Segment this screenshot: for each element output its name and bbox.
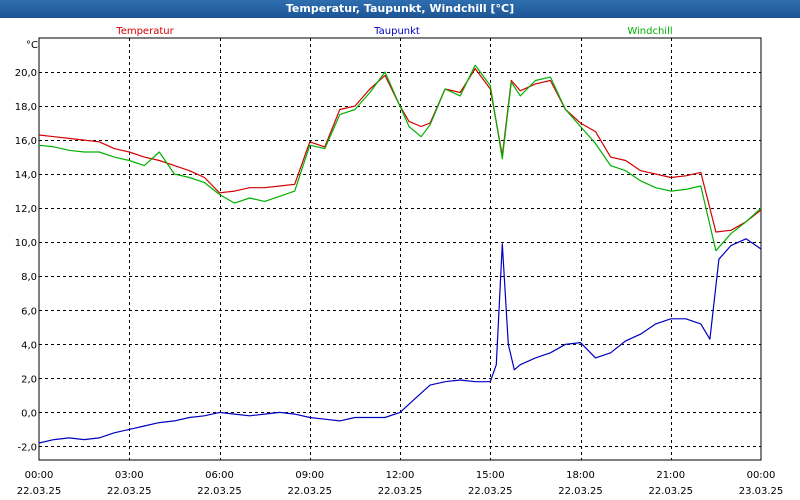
x-tick-date-label: 22.03.25 — [378, 486, 423, 497]
y-tick-label: 4,0 — [21, 340, 37, 351]
x-tick-time-label: 18:00 — [566, 470, 595, 481]
x-tick-time-label: 03:00 — [115, 470, 144, 481]
x-tick-labels: 00:00 22.03.25 03:00 22.03.25 06:00 22.03.25 0… — [17, 470, 784, 497]
legend-entry-temperatur: Temperatur — [115, 26, 174, 37]
legend: Temperatur Taupunkt Windchill — [115, 26, 672, 37]
y-tick-label: 6,0 — [21, 306, 37, 317]
legend-entry-windchill: Windchill — [627, 26, 672, 37]
x-tick-time-label: 09:00 — [295, 470, 324, 481]
y-tick-label: 0,0 — [21, 408, 37, 419]
x-tick-time-label: 21:00 — [656, 470, 685, 481]
y-tick-label: 18,0 — [15, 102, 37, 113]
x-tick-date-label: 22.03.25 — [648, 486, 693, 497]
x-tick-time-label: 00:00 — [747, 470, 776, 481]
x-tick-date-label: 22.03.25 — [558, 486, 603, 497]
y-tick-label: 10,0 — [15, 238, 37, 249]
y-axis-unit: °C — [26, 40, 38, 51]
x-tick-time-label: 00:00 — [25, 470, 54, 481]
y-tick-label: 8,0 — [21, 272, 37, 283]
x-tick-date-label: 22.03.25 — [107, 486, 152, 497]
x-tick-time-label: 06:00 — [205, 470, 234, 481]
x-tick-date-label: 22.03.25 — [197, 486, 242, 497]
x-tick-time-label: 12:00 — [386, 470, 415, 481]
x-tick-date-label: 22.03.25 — [287, 486, 332, 497]
grid-lines — [39, 38, 761, 460]
y-tick-label: 12,0 — [15, 204, 37, 215]
y-tick-label: 2,0 — [21, 374, 37, 385]
x-tick-date-label: 22.03.25 — [17, 486, 62, 497]
x-tick-time-label: 15:00 — [476, 470, 505, 481]
x-tick-date-label: 22.03.25 — [468, 486, 513, 497]
y-tick-label: 20,0 — [15, 68, 37, 79]
x-tick-date-label: 23.03.25 — [739, 486, 784, 497]
y-tick-label: 14,0 — [15, 170, 37, 181]
y-tick-label: -2,0 — [17, 442, 37, 453]
y-tick-label: 16,0 — [15, 136, 37, 147]
legend-entry-taupunkt: Taupunkt — [373, 26, 420, 37]
temperature-chart: -2,0 0,0 2,0 4,0 6,0 8,0 10,0 12,0 14,0 16,0 18,0 2… — [15, 26, 784, 497]
y-tick-labels: -2,0 0,0 2,0 4,0 6,0 8,0 10,0 12,0 14,0 16,0 18,0 2… — [15, 68, 37, 453]
